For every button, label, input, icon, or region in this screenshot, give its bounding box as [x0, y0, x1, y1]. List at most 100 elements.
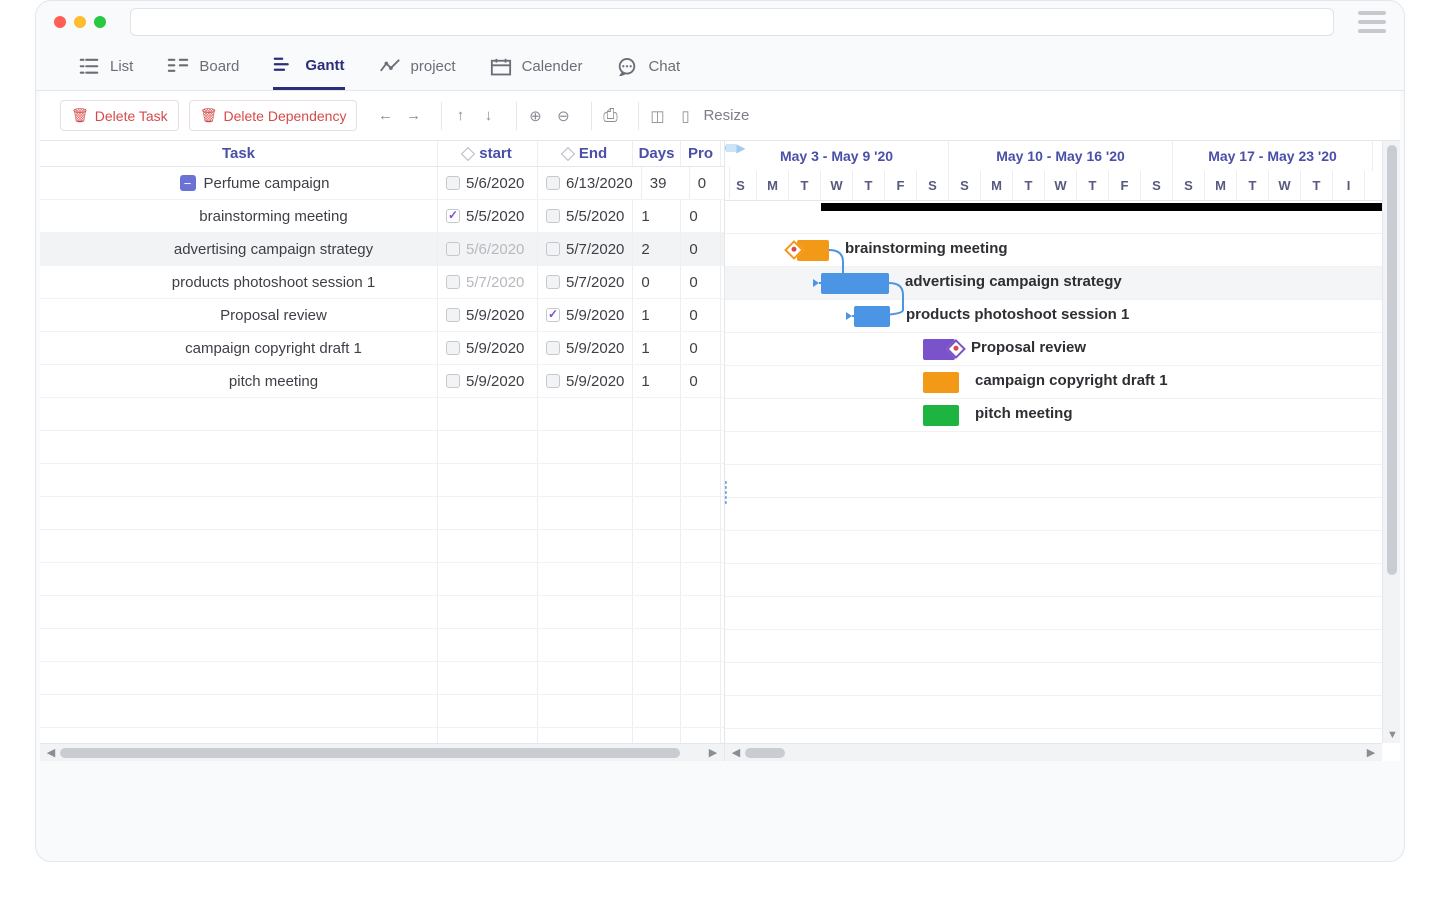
timeline-slider[interactable]: ◀▶	[725, 141, 745, 155]
trash-icon: 🗑	[71, 107, 89, 124]
scroll-thumb[interactable]	[1387, 145, 1397, 575]
tab-board[interactable]: Board	[167, 43, 239, 90]
end-checkbox[interactable]	[546, 275, 560, 289]
day-cell: T	[1237, 171, 1269, 200]
progress-cell: 0	[681, 200, 721, 232]
start-checkbox[interactable]	[446, 209, 460, 223]
tab-list[interactable]: List	[78, 43, 133, 90]
table-row[interactable]: brainstorming meeting 5/5/2020 5/5/20201…	[40, 200, 724, 233]
start-checkbox[interactable]	[446, 176, 460, 190]
bar-label: campaign copyright draft 1	[975, 372, 1168, 389]
gantt-bar[interactable]	[923, 405, 959, 426]
search-input[interactable]	[130, 8, 1334, 36]
gantt-row: brainstorming meeting	[725, 234, 1400, 267]
scroll-left-icon[interactable]: ◀	[729, 746, 743, 759]
zoom-out-icon[interactable]: ⊖	[553, 106, 573, 126]
summary-bar[interactable]	[821, 203, 1400, 211]
empty-row	[40, 431, 724, 464]
arrow-left-icon[interactable]: ←	[375, 106, 395, 126]
end-date: 5/7/2020	[566, 274, 624, 291]
maximize-icon[interactable]	[94, 16, 106, 28]
day-cell: W	[821, 171, 853, 200]
scroll-right-icon[interactable]: ▶	[706, 746, 720, 759]
table-row[interactable]: −Perfume campaign 5/6/2020 6/13/2020390	[40, 167, 724, 200]
end-checkbox[interactable]	[546, 308, 560, 322]
header-end[interactable]: End	[538, 141, 633, 166]
scroll-left-icon[interactable]: ◀	[44, 746, 58, 759]
scroll-thumb[interactable]	[60, 748, 680, 758]
empty-row	[40, 662, 724, 695]
gantt-chart: ◀▶ May 3 - May 9 '20May 10 - May 16 '20M…	[725, 141, 1400, 761]
tab-gantt[interactable]: Gantt	[273, 43, 344, 90]
scroll-right-icon[interactable]: ▶	[1364, 746, 1378, 759]
tab-label: Gantt	[305, 57, 344, 74]
gantt-row: pitch meeting	[725, 399, 1400, 432]
end-checkbox[interactable]	[546, 374, 560, 388]
gantt-hscroll[interactable]: ◀ ▶	[725, 743, 1382, 761]
titlebar	[36, 1, 1404, 43]
tab-chat[interactable]: Chat	[616, 43, 680, 90]
zoom-in-icon[interactable]: ⊕	[525, 106, 545, 126]
chart-icon	[379, 58, 401, 76]
progress-cell: 0	[681, 365, 721, 397]
table-row[interactable]: advertising campaign strategy 5/6/2020 5…	[40, 233, 724, 266]
tab-project[interactable]: project	[379, 43, 456, 90]
progress-cell: 0	[681, 332, 721, 364]
table-row[interactable]: Proposal review 5/9/2020 5/9/202010	[40, 299, 724, 332]
header-days[interactable]: Days	[633, 141, 681, 166]
start-checkbox[interactable]	[446, 308, 460, 322]
table-row[interactable]: campaign copyright draft 1 5/9/2020 5/9/…	[40, 332, 724, 365]
task-name: campaign copyright draft 1	[185, 340, 362, 357]
start-date: 5/5/2020	[466, 208, 524, 225]
scroll-thumb[interactable]	[745, 748, 785, 758]
delete-dependency-button[interactable]: 🗑 Delete Dependency	[189, 100, 358, 131]
table-row[interactable]: pitch meeting 5/9/2020 5/9/202010	[40, 365, 724, 398]
gantt-row	[725, 597, 1400, 630]
delete-task-button[interactable]: 🗑 Delete Task	[60, 100, 179, 131]
table-row[interactable]: products photoshoot session 1 5/7/2020 5…	[40, 266, 724, 299]
start-checkbox[interactable]	[446, 275, 460, 289]
end-checkbox[interactable]	[546, 209, 560, 223]
arrow-down-icon[interactable]: ↓	[478, 106, 498, 126]
header-progress[interactable]: Pro	[681, 141, 721, 166]
gantt-bar[interactable]	[821, 273, 889, 294]
day-cell: F	[1109, 171, 1141, 200]
end-checkbox[interactable]	[546, 341, 560, 355]
header-task[interactable]: Task	[40, 141, 438, 166]
gantt-bar[interactable]	[923, 372, 959, 393]
task-name: brainstorming meeting	[199, 208, 347, 225]
gantt-vscroll[interactable]: ▼	[1382, 141, 1400, 743]
task-grid: Task start End Days Pro −Perfume campaig…	[40, 141, 725, 761]
minimize-icon[interactable]	[74, 16, 86, 28]
column-layout-icon[interactable]: ◫	[647, 106, 667, 126]
calendar-icon	[490, 58, 512, 76]
week-header: May 3 - May 9 '20May 10 - May 16 '20May …	[725, 141, 1400, 171]
export-excel-icon[interactable]: ⎙	[600, 106, 620, 126]
day-cell: S	[1141, 171, 1173, 200]
grid-header: Task start End Days Pro	[40, 141, 724, 167]
grid-hscroll[interactable]: ◀ ▶	[40, 743, 724, 761]
start-checkbox[interactable]	[446, 242, 460, 256]
arrow-right-icon[interactable]: →	[403, 106, 423, 126]
gantt-row: advertising campaign strategy	[725, 267, 1400, 300]
splitter-handle[interactable]	[725, 481, 730, 511]
arrow-up-icon[interactable]: ↑	[450, 106, 470, 126]
trash-icon: 🗑	[200, 107, 218, 124]
tab-calendar[interactable]: Calender	[490, 43, 583, 90]
close-icon[interactable]	[54, 16, 66, 28]
header-start[interactable]: start	[438, 141, 538, 166]
main-split: Task start End Days Pro −Perfume campaig…	[40, 141, 1400, 761]
start-checkbox[interactable]	[446, 341, 460, 355]
task-name: Proposal review	[220, 307, 327, 324]
start-checkbox[interactable]	[446, 374, 460, 388]
tab-label: Calender	[522, 58, 583, 75]
column-layout-icon[interactable]: ▯	[675, 106, 695, 126]
gantt-bar[interactable]	[854, 306, 890, 327]
gantt-row	[725, 564, 1400, 597]
end-checkbox[interactable]	[546, 176, 560, 190]
task-name: pitch meeting	[229, 373, 318, 390]
menu-icon[interactable]	[1358, 11, 1386, 33]
collapse-icon[interactable]: −	[180, 175, 196, 191]
end-date: 5/9/2020	[566, 373, 624, 390]
end-checkbox[interactable]	[546, 242, 560, 256]
